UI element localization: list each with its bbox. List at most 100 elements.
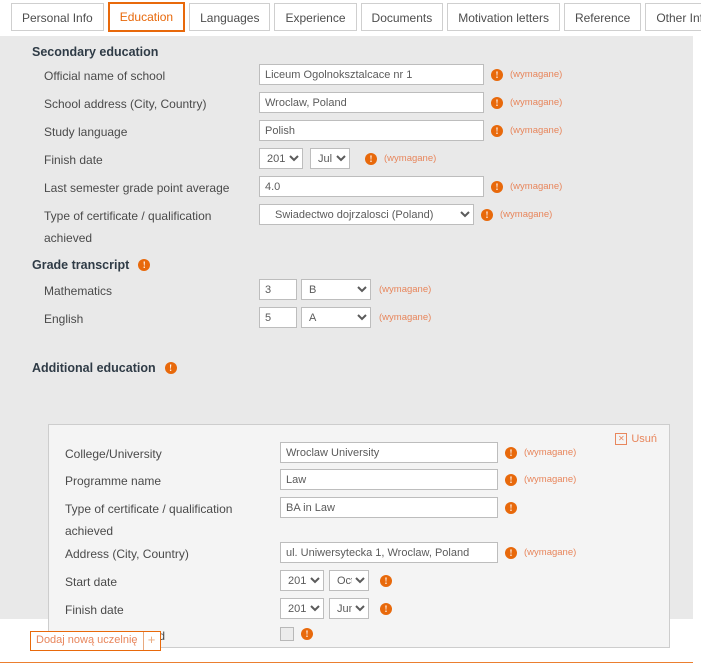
field-row-additional-finish-date: Finish date 2016 Jun ! — [65, 598, 665, 619]
tab-languages[interactable]: Languages — [189, 3, 271, 31]
school-address-input[interactable] — [259, 92, 484, 113]
studies-terminated-field-group: ! — [280, 624, 313, 641]
required-hint: (wymagane) — [510, 97, 563, 108]
exclamation-icon: ! — [505, 501, 517, 514]
study-language-input[interactable] — [259, 120, 484, 141]
secondary-finish-date-label: Finish date — [44, 153, 103, 167]
field-row-additional-address: Address (City, Country) ! (wymagane) — [65, 542, 665, 563]
required-hint: (wymagane) — [384, 153, 437, 164]
gpa-label: Last semester grade point average — [44, 181, 230, 195]
start-year-select[interactable]: 2013 — [280, 570, 324, 591]
tab-education[interactable]: Education — [107, 2, 186, 32]
grade-transcript-heading: Grade transcript ! — [32, 258, 151, 272]
school-address-field-group: ! (wymagane) — [259, 92, 562, 113]
start-date-label: Start date — [65, 575, 118, 589]
table-row-english: English A (wymagane) — [44, 307, 684, 328]
school-name-label: Official name of school — [44, 69, 166, 83]
transcript-mathematics-field-group: B (wymagane) — [259, 279, 431, 300]
field-row-secondary-finish-date: Finish date 2013 Jul ! (wymagane) — [44, 148, 684, 169]
field-row-programme: Programme name ! (wymagane) — [65, 469, 665, 490]
additional-education-heading: Additional education ! — [32, 361, 177, 375]
table-row-mathematics: Mathematics B (wymagane) — [44, 279, 684, 300]
secondary-finish-year-select[interactable]: 2013 — [259, 148, 303, 169]
transcript-grade-select[interactable]: A — [301, 307, 371, 328]
exclamation-icon: ! — [491, 68, 503, 81]
additional-certificate-input[interactable] — [280, 497, 498, 518]
exclamation-icon: ! — [380, 602, 392, 615]
additional-certificate-label-line1: Type of certificate / qualification — [65, 502, 233, 516]
required-hint: (wymagane) — [524, 447, 577, 458]
exclamation-icon: ! — [365, 152, 377, 165]
additional-finish-year-select[interactable]: 2016 — [280, 598, 324, 619]
secondary-education-title: Secondary education — [32, 45, 159, 59]
tab-documents[interactable]: Documents — [360, 3, 444, 31]
tab-reference[interactable]: Reference — [563, 3, 642, 31]
school-name-input[interactable] — [259, 64, 484, 85]
additional-finish-date-label: Finish date — [65, 603, 124, 617]
tab-personal-info[interactable]: Personal Info — [11, 3, 104, 31]
secondary-finish-date-field-group: 2013 Jul ! (wymagane) — [259, 148, 436, 169]
transcript-subject-label: Mathematics — [44, 284, 113, 298]
additional-address-input[interactable] — [280, 542, 498, 563]
secondary-certificate-field-group: Swiadectwo dojrzalosci (Poland) ! (wymag… — [259, 204, 552, 225]
add-university-label: Dodaj nową uczelnię — [31, 632, 144, 650]
additional-address-field-group: ! (wymagane) — [280, 542, 576, 563]
tab-bar: Personal Info Education Languages Experi… — [0, 0, 701, 36]
secondary-education-heading: Secondary education — [32, 45, 158, 59]
education-form-panel: Secondary education Official name of sch… — [0, 36, 693, 663]
start-month-select[interactable]: Oct — [329, 570, 369, 591]
plus-icon: + — [147, 632, 156, 647]
exclamation-icon: ! — [301, 628, 313, 640]
additional-education-card: ✕ Usuń College/University ! (wymagane) P… — [48, 424, 670, 648]
secondary-certificate-select[interactable]: Swiadectwo dojrzalosci (Poland) — [259, 204, 474, 225]
required-hint: (wymagane) — [500, 209, 553, 220]
studies-terminated-checkbox[interactable] — [280, 627, 294, 641]
required-hint: (wymagane) — [524, 474, 577, 485]
required-hint: (wymagane) — [510, 125, 563, 136]
field-row-school-address: School address (City, Country) ! (wymaga… — [44, 92, 684, 113]
field-row-start-date: Start date 2013 Oct ! — [65, 570, 665, 591]
exclamation-icon: ! — [491, 96, 503, 109]
study-language-label: Study language — [44, 125, 128, 139]
school-address-label: School address (City, Country) — [44, 97, 207, 111]
college-field-group: ! (wymagane) — [280, 442, 576, 463]
tab-experience[interactable]: Experience — [274, 3, 357, 31]
additional-finish-month-select[interactable]: Jun — [329, 598, 369, 619]
transcript-score-input[interactable] — [259, 307, 297, 328]
exclamation-icon: ! — [505, 446, 517, 459]
required-hint: (wymagane) — [510, 181, 563, 192]
tab-motivation-letters[interactable]: Motivation letters — [447, 3, 560, 31]
secondary-certificate-label-line1: Type of certificate / qualification — [44, 209, 212, 223]
additional-certificate-label: Type of certificate / qualification achi… — [65, 497, 280, 539]
exclamation-icon: ! — [491, 124, 503, 137]
tab-other-info[interactable]: Other Info — [645, 3, 701, 31]
programme-input[interactable] — [280, 469, 498, 490]
gpa-input[interactable] — [259, 176, 484, 197]
start-date-field-group: 2013 Oct ! — [280, 570, 392, 591]
required-hint: (wymagane) — [524, 547, 577, 558]
field-row-school-name: Official name of school ! (wymagane) — [44, 64, 684, 85]
field-row-study-language: Study language ! (wymagane) — [44, 120, 684, 141]
transcript-grade-select[interactable]: B — [301, 279, 371, 300]
field-row-gpa: Last semester grade point average ! (wym… — [44, 176, 684, 197]
secondary-certificate-label-line2: achieved — [44, 231, 93, 245]
secondary-finish-month-select[interactable]: Jul — [310, 148, 350, 169]
college-input[interactable] — [280, 442, 498, 463]
school-name-field-group: ! (wymagane) — [259, 64, 562, 85]
transcript-english-field-group: A (wymagane) — [259, 307, 431, 328]
field-row-secondary-certificate: Type of certificate / qualification achi… — [44, 204, 684, 246]
transcript-score-input[interactable] — [259, 279, 297, 300]
add-university-button[interactable]: Dodaj nową uczelnię + — [30, 631, 161, 651]
gpa-field-group: ! (wymagane) — [259, 176, 562, 197]
transcript-subject-label: English — [44, 312, 84, 326]
programme-label: Programme name — [65, 474, 162, 488]
programme-field-group: ! (wymagane) — [280, 469, 576, 490]
field-row-additional-certificate: Type of certificate / qualification achi… — [65, 497, 665, 539]
exclamation-icon: ! — [164, 362, 177, 374]
additional-education-title: Additional education — [32, 361, 156, 375]
additional-certificate-label-line2: achieved — [65, 524, 114, 538]
additional-finish-date-field-group: 2016 Jun ! — [280, 598, 392, 619]
exclamation-icon: ! — [505, 546, 517, 559]
secondary-certificate-label: Type of certificate / qualification achi… — [44, 204, 259, 246]
additional-certificate-field-group: ! — [280, 497, 517, 518]
